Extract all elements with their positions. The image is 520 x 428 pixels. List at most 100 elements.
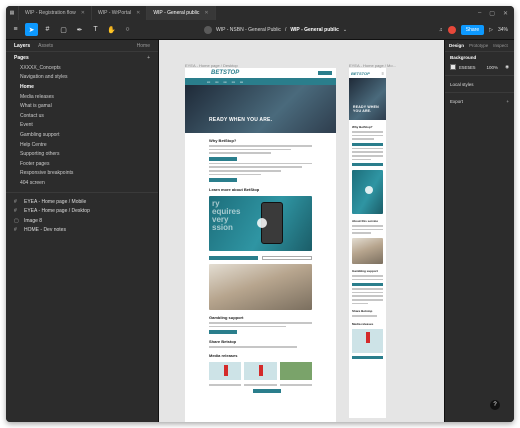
- page-item[interactable]: What is gamal: [6, 101, 158, 111]
- page-item[interactable]: Home: [6, 82, 158, 92]
- minimize-icon[interactable]: –: [478, 10, 481, 17]
- hero-caption: READY WHEN YOU ARE.: [209, 117, 273, 123]
- close-icon[interactable]: ✕: [136, 10, 140, 16]
- background-fill-row[interactable]: E5E5E5 100% ◉: [445, 62, 514, 72]
- page-item[interactable]: XXXXX_Concepts: [6, 63, 158, 73]
- add-page-icon[interactable]: +: [147, 55, 150, 61]
- breadcrumb: WIP - NSBN - General Public / WIP - Gene…: [204, 20, 347, 40]
- page-list: XXXXX_Concepts Navigation and styles Home M…: [6, 63, 158, 188]
- zoom-level[interactable]: 34%: [498, 27, 508, 33]
- layer-item[interactable]: # EYEA - Home page / Mobile: [6, 197, 158, 207]
- tab-layers[interactable]: Layers: [14, 43, 30, 49]
- page-item[interactable]: Media releases: [6, 92, 158, 102]
- tab-general-public[interactable]: WIP - General public ✕: [147, 6, 216, 20]
- properties-panel: Design Prototype Inspect Background E5E5…: [444, 40, 514, 422]
- browser-tab-bar: ▦ WIP - Registration flow ✕ WIP - WrPorta…: [6, 6, 514, 20]
- breadcrumb-file[interactable]: WIP - General public: [290, 27, 339, 33]
- tab-label: WIP - Registration flow: [25, 10, 76, 16]
- layer-list: # EYEA - Home page / Mobile # EYEA - Home p…: [6, 197, 158, 235]
- hero-caption: READY WHEN YOU ARE.: [353, 105, 379, 113]
- section-heading: Learn more about BetStop: [209, 187, 260, 193]
- mobile-hero: READY WHEN YOU ARE.: [349, 78, 386, 120]
- layer-label: EYEA - Home page / Desktop: [24, 208, 90, 215]
- text-icon[interactable]: T: [89, 23, 102, 36]
- tab-registration[interactable]: WIP - Registration flow ✕: [19, 6, 92, 20]
- page-item[interactable]: Gambling support: [6, 130, 158, 140]
- pages-header: Pages +: [6, 52, 158, 63]
- hero-banner: READY WHEN YOU ARE.: [185, 85, 336, 133]
- page-item[interactable]: Footer pages: [6, 159, 158, 169]
- pen-icon[interactable]: ✒: [73, 23, 86, 36]
- site-logo: BETSTOP: [211, 70, 240, 76]
- shape-icon[interactable]: ▢: [57, 23, 70, 36]
- visibility-icon[interactable]: ◉: [505, 64, 509, 70]
- section-heading: Gambling support: [209, 315, 244, 321]
- present-icon[interactable]: ▷: [489, 27, 493, 33]
- page-item[interactable]: 404 screen: [6, 178, 158, 188]
- avatar[interactable]: [447, 26, 456, 34]
- background-hex[interactable]: E5E5E5: [459, 65, 476, 70]
- layer-label: HOME - Dev notes: [24, 227, 66, 234]
- toolbar-right: ♫ Share ▷ 34%: [439, 20, 508, 40]
- page-item[interactable]: Event: [6, 121, 158, 131]
- page-item[interactable]: Supporting others: [6, 149, 158, 159]
- tab-assets[interactable]: Assets: [38, 43, 53, 49]
- page-item[interactable]: Contact us: [6, 111, 158, 121]
- close-icon[interactable]: ✕: [81, 10, 85, 16]
- frame-icon: #: [14, 208, 17, 215]
- site-logo: BETSTOP: [351, 70, 370, 76]
- hand-icon[interactable]: ✋: [105, 23, 118, 36]
- tab-wrportal[interactable]: WIP - WrPortal ✕: [92, 6, 148, 20]
- page-item[interactable]: Navigation and styles: [6, 73, 158, 83]
- mobile-frame[interactable]: BETSTOP ≡ READY WHEN YOU ARE. Why BetSto…: [349, 68, 386, 418]
- tab-design[interactable]: Design: [449, 43, 464, 48]
- background-opacity[interactable]: 100%: [487, 65, 499, 70]
- page-item[interactable]: Help Centre: [6, 140, 158, 150]
- help-icon[interactable]: ?: [490, 400, 500, 410]
- background-title: Background: [450, 54, 477, 60]
- frame-icon[interactable]: #: [41, 23, 54, 36]
- desktop-frame[interactable]: BETSTOP ▪▪▪ ▪▪▪ ▪▪▪ ▪▪▪ ▪▪▪ READY WHEN YOU A…: [185, 68, 336, 422]
- media-thumbnails: [209, 361, 312, 380]
- pages-title: Pages: [14, 54, 29, 61]
- local-styles-row[interactable]: Local styles: [445, 79, 514, 89]
- color-swatch[interactable]: [450, 64, 456, 70]
- move-icon[interactable]: ➤: [25, 23, 38, 36]
- maximize-icon[interactable]: ▢: [489, 10, 495, 17]
- layer-item[interactable]: ▢ Image 8: [6, 216, 158, 226]
- section-heading: Media releases: [209, 352, 238, 358]
- add-export-icon[interactable]: +: [506, 99, 509, 104]
- window-controls: – ▢ ✕: [478, 10, 514, 17]
- page-item[interactable]: Responsive breakpoints: [6, 169, 158, 179]
- close-window-icon[interactable]: ✕: [503, 10, 508, 17]
- cta-button: [209, 156, 237, 161]
- comment-icon[interactable]: ○: [121, 23, 134, 36]
- current-page-selector[interactable]: Home: [137, 43, 150, 49]
- close-icon[interactable]: ✕: [204, 10, 208, 16]
- tab-prototype[interactable]: Prototype: [469, 43, 488, 48]
- cta-button: [209, 330, 237, 335]
- people-photo: [209, 264, 312, 311]
- frame-icon: #: [14, 198, 17, 205]
- export-row[interactable]: Export +: [445, 96, 514, 106]
- cta-button: [209, 178, 237, 183]
- share-button[interactable]: Share: [460, 25, 485, 35]
- mobile-header: BETSTOP ≡: [349, 68, 386, 78]
- background-section: Background: [445, 52, 514, 62]
- layer-item[interactable]: # EYEA - Home page / Desktop: [6, 206, 158, 216]
- tab-label: WIP - WrPortal: [97, 10, 132, 16]
- figma-window: ▦ WIP - Registration flow ✕ WIP - WrPorta…: [6, 6, 514, 422]
- headphones-icon[interactable]: ♫: [439, 27, 443, 33]
- section-heading: Media releases: [352, 321, 374, 326]
- breadcrumb-project[interactable]: WIP - NSBN - General Public: [216, 27, 281, 33]
- tab-inspect[interactable]: Inspect: [493, 43, 508, 48]
- layer-item[interactable]: # HOME - Dev notes: [6, 226, 158, 236]
- chevron-down-icon[interactable]: ⌄: [343, 27, 347, 33]
- canvas[interactable]: EYEA - Home page / Desktop EYEA - Home p…: [159, 40, 444, 422]
- menu-icon[interactable]: ≡: [9, 23, 22, 36]
- section-heading: Share Betstop: [352, 309, 373, 314]
- play-icon: [365, 186, 373, 195]
- editor-toolbar: ≡ ➤ # ▢ ✒ T ✋ ○ WIP - NSBN - General Pub…: [6, 20, 514, 40]
- site-header: BETSTOP: [185, 68, 336, 78]
- figma-home-icon[interactable]: ▦: [6, 6, 19, 20]
